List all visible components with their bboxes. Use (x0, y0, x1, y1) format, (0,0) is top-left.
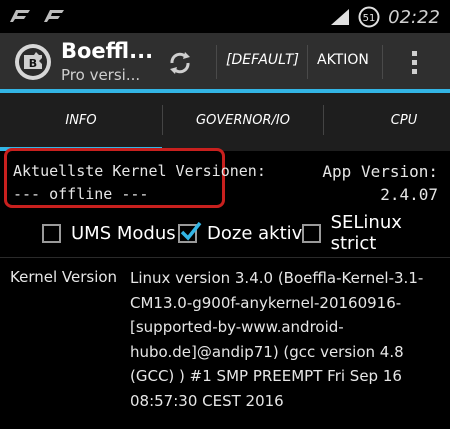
selinux-strict-checkbox[interactable] (302, 223, 321, 243)
overflow-menu-icon[interactable] (400, 46, 430, 78)
app-title: Boeffl... (61, 39, 154, 63)
status-notifications (8, 8, 66, 24)
ums-modus-label: UMS Modus (71, 222, 176, 244)
status-system-icons: 51 02:22 (330, 5, 440, 29)
selinux-strict-label: SELinux strict (330, 212, 402, 254)
svg-text:B: B (29, 57, 37, 70)
app-logo-icon[interactable]: B (14, 43, 52, 81)
default-button[interactable]: [DEFAULT] (226, 52, 299, 68)
clock: 02:22 (388, 6, 440, 28)
tab-cpu[interactable]: CPU (324, 93, 450, 147)
section-divider (0, 257, 450, 258)
notification-icon-2 (44, 10, 64, 22)
battery-icon: 51 (358, 6, 380, 28)
checkmark-icon (180, 221, 202, 241)
ums-modus-checkbox-row[interactable]: UMS Modus (42, 220, 176, 246)
tab-info[interactable]: INFO (0, 93, 162, 147)
doze-aktiv-checkbox-row[interactable]: Doze aktiv (178, 220, 302, 246)
action-bar: B Boeffl... Pro versi... [DEFAULT] AKTIO… (0, 33, 450, 89)
app-version-value: 2.4.07 (380, 185, 438, 204)
selinux-strict-checkbox-row[interactable]: SELinux strict (302, 212, 450, 254)
aktion-button[interactable]: AKTION (317, 52, 369, 68)
kernel-versions-label: Aktuellste Kernel Versionen: (13, 162, 266, 180)
kernel-versions-value: --- offline --- (13, 185, 149, 203)
kernel-version-value: Linux version 3.4.0 (Boeffla-Kernel-3.1-… (130, 269, 424, 410)
action-divider (216, 45, 217, 79)
kernel-version-label: Kernel Version (10, 268, 118, 286)
action-divider (307, 45, 308, 79)
signal-icon (331, 9, 350, 25)
doze-aktiv-label: Doze aktiv (207, 222, 303, 244)
tab-bar: INFO GOVERNOR/IO CPU (0, 89, 450, 151)
action-divider (382, 45, 383, 79)
svg-text:51: 51 (363, 13, 376, 24)
status-bar: 51 02:22 (0, 0, 450, 33)
app-subtitle: Pro versi... (61, 66, 141, 84)
app-version-label: App Version: (322, 162, 438, 181)
refresh-icon[interactable] (163, 46, 197, 80)
tab-governor-io[interactable]: GOVERNOR/IO (163, 93, 323, 147)
ums-modus-checkbox[interactable] (42, 223, 61, 243)
notification-icon-1 (10, 10, 30, 22)
doze-aktiv-checkbox[interactable] (178, 221, 202, 243)
